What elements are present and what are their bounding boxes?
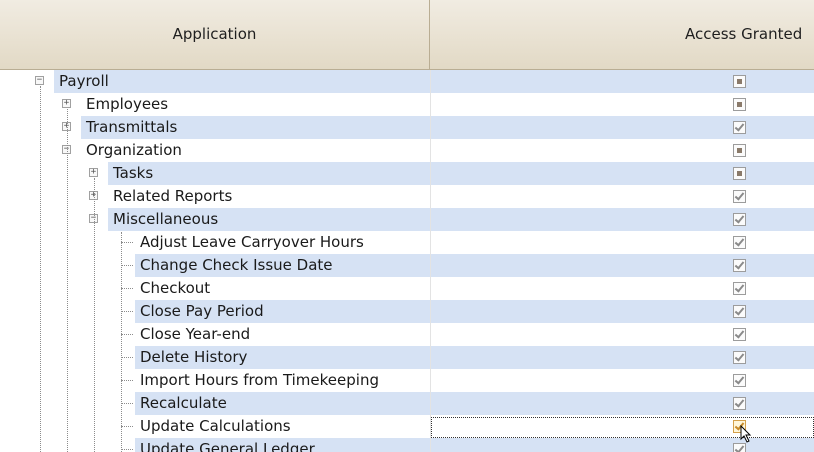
- access-granted-checkbox[interactable]: [733, 305, 746, 318]
- access-granted-checkbox[interactable]: [733, 213, 746, 226]
- expand-icon[interactable]: +: [62, 99, 71, 108]
- tree-row-label: Employees: [86, 95, 169, 113]
- tree-connector: [40, 86, 41, 452]
- collapse-icon[interactable]: −: [35, 76, 44, 85]
- column-divider: [430, 208, 431, 231]
- row-background: [81, 116, 814, 139]
- tree-row-label: Delete History: [140, 348, 248, 366]
- row-background: [81, 93, 814, 116]
- tree-row[interactable]: Update General Ledger: [0, 438, 814, 452]
- tree-row-label: Close Pay Period: [140, 302, 264, 320]
- column-divider: [430, 300, 431, 323]
- access-granted-checkbox[interactable]: [733, 144, 746, 157]
- grid-header: Application Access Granted: [0, 0, 814, 70]
- tree-row-label: Close Year-end: [140, 325, 251, 343]
- expand-icon[interactable]: +: [89, 168, 98, 177]
- access-granted-checkbox[interactable]: [733, 374, 746, 387]
- column-divider: [430, 369, 431, 392]
- mouse-cursor-icon: [740, 425, 752, 443]
- tree-row-label: Update General Ledger: [140, 440, 315, 452]
- column-header-access-granted[interactable]: Access Granted: [431, 0, 814, 69]
- permissions-tree-grid: − Payroll + Employees + Transmittals − Organiza…: [0, 70, 814, 452]
- tree-row-label: Adjust Leave Carryover Hours: [140, 233, 364, 251]
- tree-row[interactable]: − Payroll: [0, 70, 814, 93]
- access-granted-checkbox[interactable]: [733, 167, 746, 180]
- access-granted-checkbox[interactable]: [733, 397, 746, 410]
- column-divider: [430, 162, 431, 185]
- column-divider: [430, 438, 431, 452]
- tree-row-label: Recalculate: [140, 394, 227, 412]
- tree-row-label: Organization: [86, 141, 182, 159]
- tree-connector: [121, 380, 133, 381]
- column-divider: [430, 392, 431, 415]
- tree-connector: [67, 109, 68, 452]
- tree-row-label: Update Calculations: [140, 417, 291, 435]
- access-granted-checkbox[interactable]: [733, 98, 746, 111]
- row-background: [108, 162, 814, 185]
- access-granted-checkbox[interactable]: [733, 328, 746, 341]
- row-background: [135, 277, 814, 300]
- column-divider: [430, 93, 431, 116]
- tree-connector: [121, 288, 133, 289]
- tree-row-label: Import Hours from Timekeeping: [140, 371, 379, 389]
- tree-row-label: Change Check Issue Date: [140, 256, 333, 274]
- tree-connector: [121, 232, 122, 452]
- focus-rectangle: [431, 417, 814, 438]
- tree-row-label: Miscellaneous: [113, 210, 219, 228]
- column-divider: [430, 231, 431, 254]
- access-granted-checkbox[interactable]: [733, 190, 746, 203]
- tree-row[interactable]: + Employees: [0, 93, 814, 116]
- row-background: [135, 392, 814, 415]
- tree-row[interactable]: + Related Reports: [0, 185, 814, 208]
- column-divider: [430, 323, 431, 346]
- tree-connector: [121, 426, 133, 427]
- tree-row[interactable]: + Transmittals: [0, 116, 814, 139]
- tree-connector: [121, 311, 133, 312]
- tree-row-label: Transmittals: [86, 118, 178, 136]
- access-granted-checkbox[interactable]: [733, 259, 746, 272]
- column-divider: [430, 139, 431, 162]
- access-granted-checkbox[interactable]: [733, 121, 746, 134]
- tree-connector: [121, 242, 133, 243]
- tree-connector: [121, 403, 133, 404]
- tree-row[interactable]: Close Year-end: [0, 323, 814, 346]
- tree-row[interactable]: Change Check Issue Date: [0, 254, 814, 277]
- column-divider: [430, 116, 431, 139]
- access-granted-checkbox[interactable]: [733, 75, 746, 88]
- access-granted-checkbox[interactable]: [733, 282, 746, 295]
- column-divider: [430, 70, 431, 93]
- tree-row[interactable]: Checkout: [0, 277, 814, 300]
- tree-row[interactable]: − Organization: [0, 139, 814, 162]
- tree-connector: [121, 357, 133, 358]
- tree-row-label: Tasks: [113, 164, 154, 182]
- access-granted-checkbox[interactable]: [733, 443, 746, 452]
- row-background: [81, 139, 814, 162]
- tree-row[interactable]: − Miscellaneous: [0, 208, 814, 231]
- column-divider: [430, 254, 431, 277]
- tree-connector: [121, 334, 133, 335]
- tree-row[interactable]: Adjust Leave Carryover Hours: [0, 231, 814, 254]
- column-divider: [430, 277, 431, 300]
- tree-row[interactable]: Recalculate: [0, 392, 814, 415]
- tree-row-label: Checkout: [140, 279, 211, 297]
- column-divider: [430, 346, 431, 369]
- row-background: [54, 70, 814, 93]
- tree-row-label: Payroll: [59, 72, 109, 90]
- tree-connector: [94, 178, 95, 452]
- column-header-application[interactable]: Application: [0, 0, 430, 69]
- column-divider: [430, 185, 431, 208]
- tree-row[interactable]: + Tasks: [0, 162, 814, 185]
- tree-connector: [121, 449, 133, 450]
- tree-connector: [121, 265, 133, 266]
- tree-row[interactable]: Delete History: [0, 346, 814, 369]
- tree-row[interactable]: Import Hours from Timekeeping: [0, 369, 814, 392]
- access-granted-checkbox[interactable]: [733, 236, 746, 249]
- tree-row-label: Related Reports: [113, 187, 233, 205]
- access-granted-checkbox[interactable]: [733, 351, 746, 364]
- tree-row[interactable]: Close Pay Period: [0, 300, 814, 323]
